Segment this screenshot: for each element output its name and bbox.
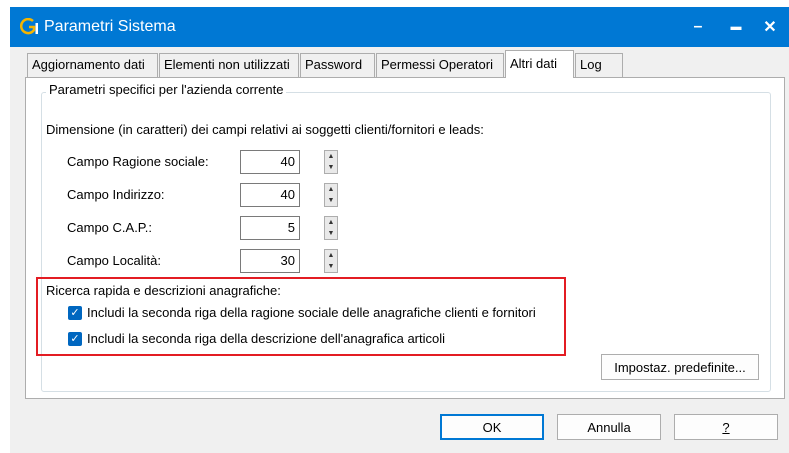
- spin-down-icon[interactable]: ▼: [325, 228, 337, 239]
- close-icon: ✕: [763, 19, 777, 36]
- checkmark-icon: ✓: [70, 333, 80, 345]
- spin-up-icon[interactable]: ▲: [325, 250, 337, 261]
- cap-spinner: ▲ ▼: [324, 216, 338, 240]
- ok-button[interactable]: OK: [440, 414, 544, 440]
- spin-up-icon[interactable]: ▲: [325, 184, 337, 195]
- help-button[interactable]: ?: [674, 414, 778, 440]
- localita-spinner: ▲ ▼: [324, 249, 338, 273]
- window-title: Parametri Sistema: [44, 18, 176, 35]
- field-label-cap: Campo C.A.P.:: [67, 220, 153, 235]
- maximize-icon: ▬: [730, 21, 742, 33]
- checkmark-icon: ✓: [70, 307, 80, 319]
- field-label-localita: Campo Località:: [67, 253, 161, 268]
- maximize-button[interactable]: ▬: [717, 7, 755, 47]
- tab-log[interactable]: Log: [575, 53, 623, 77]
- app-logo-icon: [20, 18, 38, 35]
- checkbox-ragione-sociale[interactable]: ✓: [68, 306, 82, 320]
- indirizzo-spinner: ▲ ▼: [324, 183, 338, 207]
- dimension-heading: Dimensione (in caratteri) dei campi rela…: [46, 122, 484, 137]
- field-label-indirizzo: Campo Indirizzo:: [67, 187, 165, 202]
- cap-input[interactable]: 5: [240, 216, 300, 240]
- default-settings-button[interactable]: Impostaz. predefinite...: [601, 354, 759, 380]
- help-label: ?: [722, 419, 730, 435]
- spin-down-icon[interactable]: ▼: [325, 261, 337, 272]
- checkbox-label-ragione-sociale: Includi la seconda riga della ragione so…: [87, 305, 536, 320]
- tab-permessi-operatori[interactable]: Permessi Operatori: [376, 53, 504, 77]
- group-title: Parametri specifici per l'azienda corren…: [46, 82, 287, 97]
- minimize-icon: –: [693, 18, 703, 35]
- close-button[interactable]: ✕: [751, 7, 789, 47]
- field-label-ragione-sociale: Campo Ragione sociale:: [67, 154, 209, 169]
- indirizzo-input[interactable]: 40: [240, 183, 300, 207]
- localita-input[interactable]: 30: [240, 249, 300, 273]
- spin-up-icon[interactable]: ▲: [325, 217, 337, 228]
- checkbox-label-descrizione-articoli: Includi la seconda riga della descrizion…: [87, 331, 446, 346]
- spin-down-icon[interactable]: ▼: [325, 195, 337, 206]
- tab-elementi-non-utilizzati[interactable]: Elementi non utilizzati: [159, 53, 299, 77]
- tab-aggiornamento-dati[interactable]: Aggiornamento dati: [27, 53, 158, 77]
- search-heading: Ricerca rapida e descrizioni anagrafiche…: [46, 283, 281, 298]
- dialog-body: Aggiornamento dati Elementi non utilizza…: [10, 47, 789, 453]
- tab-altri-dati[interactable]: Altri dati: [505, 50, 574, 78]
- checkbox-descrizione-articoli[interactable]: ✓: [68, 332, 82, 346]
- tab-password[interactable]: Password: [300, 53, 375, 77]
- minimize-button[interactable]: –: [679, 7, 717, 47]
- spin-up-icon[interactable]: ▲: [325, 151, 337, 162]
- cancel-button[interactable]: Annulla: [557, 414, 661, 440]
- spin-down-icon[interactable]: ▼: [325, 162, 337, 173]
- ragione-sociale-input[interactable]: 40: [240, 150, 300, 174]
- title-bar: Parametri Sistema – ▬ ✕: [10, 7, 789, 47]
- ragione-sociale-spinner: ▲ ▼: [324, 150, 338, 174]
